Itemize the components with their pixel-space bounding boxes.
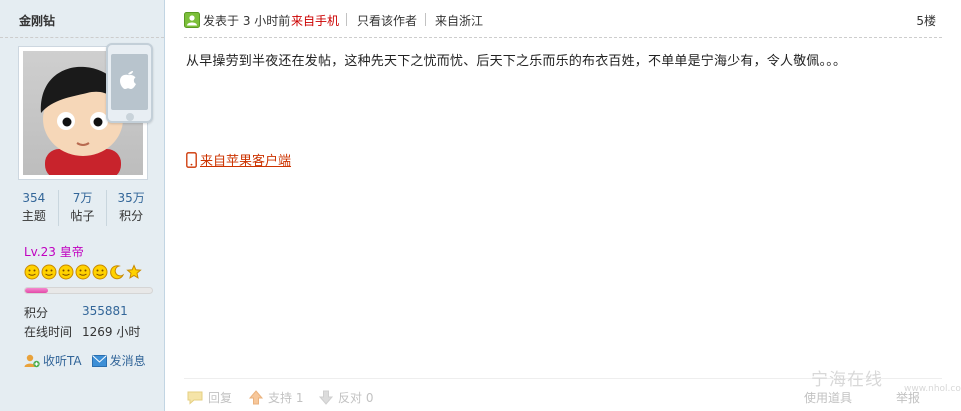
stat-posts[interactable]: 7万 帖子 xyxy=(57,190,107,226)
smiley-medal-icon xyxy=(92,264,108,280)
online-time-value: 1269 小时 xyxy=(82,325,141,339)
post-main: 发表于 3 小时前 来自手机 只看该作者 来自浙江 5楼 从早操劳到半夜还在发帖… xyxy=(184,0,961,411)
use-tools-button[interactable]: 使用道具 xyxy=(804,389,852,406)
envelope-icon xyxy=(91,354,107,367)
level-progress-fill xyxy=(25,288,48,293)
star-medal-icon xyxy=(126,264,142,279)
online-time-row: 在线时间 1269 小时 xyxy=(24,323,140,340)
send-message-button[interactable]: 发消息 xyxy=(91,352,146,369)
from-mobile-link[interactable]: 来自手机 xyxy=(291,12,339,29)
header-divider xyxy=(425,13,426,26)
smiley-medal-icon xyxy=(75,264,91,280)
apple-icon xyxy=(120,71,136,89)
stat-topics[interactable]: 354 主题 xyxy=(10,190,58,226)
online-time-label: 在线时间 xyxy=(24,325,73,339)
mobile-device-icon xyxy=(106,43,153,123)
score-row: 积分 355881 xyxy=(24,304,128,321)
site-watermark: 宁海在线 xyxy=(811,370,883,390)
post-time: 发表于 3 小时前 xyxy=(203,14,291,28)
post-location: 来自浙江 xyxy=(435,14,484,28)
user-level[interactable]: Lv.23 皇帝 xyxy=(24,243,84,260)
smiley-medal-icon xyxy=(58,264,74,280)
oppose-button[interactable]: 反对 0 xyxy=(318,389,373,406)
floor-number[interactable]: 5楼 xyxy=(916,12,936,29)
thumbs-up-icon xyxy=(248,390,264,405)
score-label: 积分 xyxy=(24,306,49,320)
site-watermark-url: www.nhol.com xyxy=(904,384,961,394)
author-name[interactable]: 金刚钻 xyxy=(0,0,164,38)
score-value: 355881 xyxy=(82,304,128,318)
online-status-icon xyxy=(184,12,200,28)
apple-client-link[interactable]: 来自苹果客户端 xyxy=(200,150,291,169)
follow-user-icon xyxy=(24,354,40,367)
user-stats: 354 主题 7万 帖子 35万 积分 xyxy=(10,190,155,226)
reply-button[interactable]: 回复 xyxy=(186,389,232,406)
client-source: 来自苹果客户端 xyxy=(186,150,291,169)
reply-icon xyxy=(187,391,203,405)
post-header: 发表于 3 小时前 来自手机 只看该作者 来自浙江 5楼 xyxy=(184,8,942,38)
moon-medal-icon xyxy=(110,265,125,280)
level-medals xyxy=(24,264,142,280)
phone-icon xyxy=(186,151,197,168)
thumbs-down-icon xyxy=(318,390,334,405)
author-sidebar: 金刚钻 354 主题 7万 帖子 35万 积分 Lv.23 皇帝 积分 3558… xyxy=(0,0,165,411)
smiley-medal-icon xyxy=(24,264,40,280)
stat-points[interactable]: 35万 积分 xyxy=(106,190,155,226)
level-progress-bar xyxy=(24,287,153,294)
smiley-medal-icon xyxy=(41,264,57,280)
post-content: 从早操劳到半夜还在发帖，这种先天下之忧而忧、后天下之乐而乐的布衣百姓，不单单是宁… xyxy=(186,54,847,69)
support-button[interactable]: 支持 1 xyxy=(248,389,303,406)
header-divider xyxy=(346,13,347,26)
author-only-link[interactable]: 只看该作者 xyxy=(357,12,417,29)
follow-button[interactable]: 收听TA xyxy=(24,352,82,369)
user-actions: 收听TA 发消息 xyxy=(24,352,146,369)
